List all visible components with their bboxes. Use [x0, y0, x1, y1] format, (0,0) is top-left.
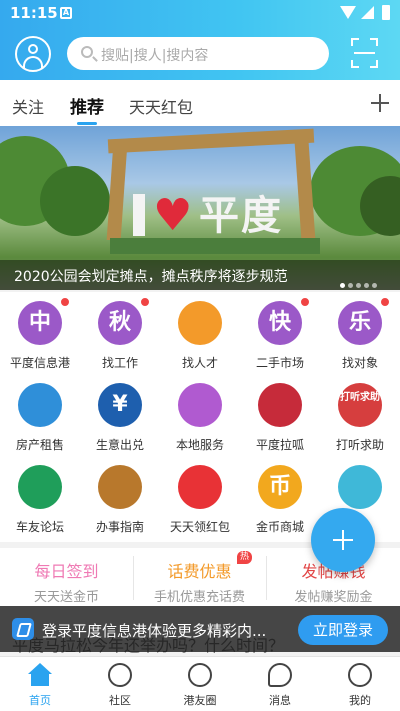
help-sign-icon: 打听求助: [338, 383, 382, 427]
channel-tabs: 关注 推荐 天天红包: [0, 80, 400, 126]
promo-checkin[interactable]: 每日签到 天天送金币: [0, 548, 133, 606]
grid-item-label: 金币商城: [255, 520, 304, 534]
grid-item-label: 本地服务: [175, 438, 224, 452]
grid-item[interactable]: 币金币商城: [240, 456, 320, 534]
compass-icon: [98, 465, 142, 509]
promo-subtitle: 发帖赚奖励金: [294, 590, 373, 605]
category-grid: 中平度信息港秋找工作 找人才快二手市场乐找对象 房产租售 ¥ 生意出兑 本地服务 平度拉呱打…: [0, 292, 400, 542]
red-dot-badge: [60, 297, 70, 307]
grid-item-label: 二手市场: [255, 356, 304, 370]
search-icon: [81, 46, 93, 58]
red-dot-badge: [140, 297, 150, 307]
banner-carousel[interactable]: ♥ 平度 2020公园会划定摊点，摊点秩序将逐步规范: [0, 126, 400, 290]
grid-item-label: 打听求助: [335, 438, 384, 452]
nav-home[interactable]: 首页: [0, 657, 80, 711]
carousel-dots: [340, 273, 380, 290]
red-dot-badge: [300, 297, 310, 307]
heart-icon: ♥: [153, 190, 193, 241]
banner-sign: ♥ 平度: [125, 188, 300, 246]
grid-item[interactable]: 天天领红包: [160, 456, 240, 534]
nav-label: 社区: [109, 694, 131, 707]
grid-item[interactable]: 找人才: [160, 292, 240, 370]
kuai-icon: 快: [258, 301, 302, 345]
grid-item-label: 生意出兑: [95, 438, 144, 452]
grid-item[interactable]: 快二手市场: [240, 292, 320, 370]
grid-item-label: 平度拉呱: [255, 438, 304, 452]
grid-item[interactable]: 本地服务: [160, 374, 240, 452]
scan-icon[interactable]: [351, 38, 378, 68]
grid-item[interactable]: 中平度信息港: [0, 292, 80, 370]
handshake-icon: [178, 383, 222, 427]
grid-item-label: 车友论坛: [15, 520, 64, 534]
user-icon[interactable]: [15, 36, 51, 72]
grid-item[interactable]: 办事指南: [80, 456, 160, 534]
top-bar: 11:15 A 搜贴|搜人|搜内容: [0, 0, 400, 80]
home-icon: [28, 663, 52, 687]
nav-messages[interactable]: 消息: [240, 657, 320, 711]
notification-a-icon: A: [60, 7, 72, 19]
nav-label: 港友圈: [183, 694, 217, 707]
nav-profile[interactable]: 我的: [320, 657, 400, 711]
status-time: 11:15: [10, 4, 58, 22]
grid-item[interactable]: 打听求助 打听求助: [320, 374, 400, 452]
tab-daily-redpacket[interactable]: 天天红包: [129, 94, 193, 118]
coin-icon: 币: [258, 465, 302, 509]
yen-icon: ¥: [98, 383, 142, 427]
active-tab-indicator: [77, 122, 97, 125]
grid-item-label: 找对象: [341, 356, 378, 370]
status-bar: 11:15 A: [0, 0, 400, 26]
money-bag-icon: [178, 465, 222, 509]
grid-item-label: 找人才: [181, 356, 218, 370]
grid-item[interactable]: 乐找对象: [320, 292, 400, 370]
add-channel-icon[interactable]: [371, 94, 389, 112]
circle-icon: [188, 663, 212, 687]
nav-circle[interactable]: 港友圈: [160, 657, 240, 711]
zhong-icon: 中: [18, 301, 62, 345]
red-dot-badge: [380, 297, 390, 307]
car-icon: [18, 465, 62, 509]
grid-item-label: 房产租售: [15, 438, 64, 452]
grid-item[interactable]: 平度拉呱: [240, 374, 320, 452]
banner-caption: 2020公园会划定摊点，摊点秩序将逐步规范: [14, 269, 288, 285]
search-placeholder: 搜贴|搜人|搜内容: [101, 48, 209, 64]
grid-item[interactable]: 车友论坛: [0, 456, 80, 534]
search-input[interactable]: 搜贴|搜人|搜内容: [67, 37, 329, 70]
nav-label: 首页: [29, 694, 51, 707]
tab-recommend[interactable]: 推荐: [70, 93, 104, 118]
more-grid-icon: [338, 465, 382, 509]
people-icon: [178, 301, 222, 345]
grid-item[interactable]: 秋找工作: [80, 292, 160, 370]
message-icon: [268, 663, 292, 687]
promo-subtitle: 天天送金币: [33, 590, 99, 605]
community-icon: [108, 663, 132, 687]
battery-icon: [382, 5, 390, 20]
login-prompt-text: 登录平度信息港体验更多精彩内...: [42, 622, 267, 640]
app-logo-icon: [12, 618, 34, 640]
hot-badge: 热: [237, 551, 253, 564]
chat-people-icon: [258, 383, 302, 427]
nav-community[interactable]: 社区: [80, 657, 160, 711]
wifi-icon: [340, 6, 356, 19]
grid-item[interactable]: 房产租售: [0, 374, 80, 452]
tab-follow[interactable]: 关注: [12, 94, 44, 118]
grid-item-label: 天天领红包: [169, 520, 230, 534]
grid-item-label: 平度信息港: [9, 356, 70, 370]
promo-subtitle: 手机优惠充话费: [153, 590, 245, 605]
promo-title: 每日签到: [34, 562, 99, 581]
login-prompt-bar: 登录平度信息港体验更多精彩内... 立即登录: [0, 606, 400, 652]
building-icon: [18, 383, 62, 427]
profile-icon: [348, 663, 372, 687]
grid-item-label: 办事指南: [95, 520, 144, 534]
create-post-button[interactable]: [311, 508, 375, 572]
login-button[interactable]: 立即登录: [298, 615, 388, 645]
grid-item[interactable]: ¥ 生意出兑: [80, 374, 160, 452]
banner-sign-text: 平度: [199, 193, 283, 239]
le-icon: 乐: [338, 301, 382, 345]
nav-label: 消息: [269, 694, 291, 707]
grid-item-label: 找工作: [101, 356, 138, 370]
signal-icon: [361, 6, 374, 19]
bottom-nav: 首页 社区 港友圈 消息 我的: [0, 656, 400, 711]
nav-label: 我的: [349, 694, 371, 707]
qiu-icon: 秋: [98, 301, 142, 345]
